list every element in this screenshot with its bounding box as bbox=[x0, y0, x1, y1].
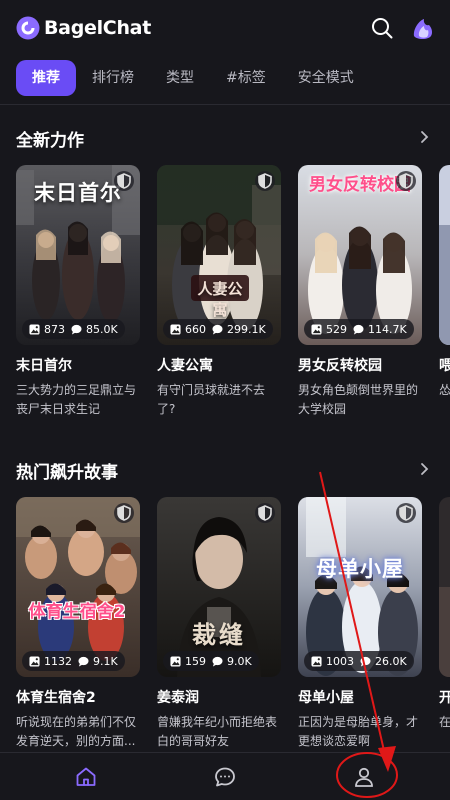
tab-ranking[interactable]: 排行榜 bbox=[76, 60, 150, 96]
story-title: 姜泰润 bbox=[157, 690, 199, 706]
tab-safe-mode[interactable]: 安全模式 bbox=[282, 60, 370, 96]
comment-count: 299.1K bbox=[227, 322, 266, 336]
story-cover[interactable] bbox=[439, 497, 450, 677]
comment-count: 9.0K bbox=[227, 654, 252, 668]
image-icon bbox=[311, 323, 322, 335]
story-title: 男女反转校园 bbox=[298, 358, 382, 374]
image-icon bbox=[29, 323, 40, 335]
story-stats: 1132 9.1K bbox=[22, 651, 125, 671]
comment-icon bbox=[353, 324, 364, 335]
story-title: 母单小屋 bbox=[298, 690, 354, 706]
chevron-right-icon[interactable] bbox=[417, 462, 431, 476]
tab-types[interactable]: 类型 bbox=[150, 60, 210, 96]
tab-recommended[interactable]: 推荐 bbox=[16, 60, 76, 96]
story-title: 体育生宿舍2 bbox=[16, 690, 96, 706]
story-card[interactable]: 开 在白 bbox=[439, 497, 450, 751]
story-card[interactable]: 母单小屋 1003 26.0K 母单小屋 正因为是母胎单身，才更想谈恋爱啊 bbox=[298, 497, 422, 751]
story-card[interactable]: 喂 怂 bbox=[439, 165, 450, 419]
bagelchat-logo-icon bbox=[16, 16, 40, 40]
story-stats: 529 114.7K bbox=[304, 319, 414, 339]
app-header: BagelChat bbox=[0, 0, 450, 56]
story-cover[interactable]: 男女反转校园 529 114.7K bbox=[298, 165, 422, 345]
comment-icon bbox=[71, 324, 82, 335]
cover-image bbox=[157, 497, 281, 677]
image-icon bbox=[311, 655, 322, 667]
bottom-nav bbox=[0, 752, 450, 800]
story-cover[interactable]: 人妻公寓 660 299.1K bbox=[157, 165, 281, 345]
section-title-trending: 热门飙升故事 bbox=[16, 463, 118, 483]
story-stats: 873 85.0K bbox=[22, 319, 125, 339]
section-title-new: 全新力作 bbox=[16, 131, 84, 151]
cover-image bbox=[16, 497, 140, 677]
tabs-divider bbox=[0, 104, 450, 105]
image-icon bbox=[170, 655, 181, 667]
story-card[interactable]: 男女反转校园 529 114.7K 男女反转校园 男女角色颠倒世界里的大学校园 bbox=[298, 165, 422, 419]
image-count: 529 bbox=[326, 322, 347, 336]
story-title: 开 bbox=[439, 690, 450, 706]
story-title: 喂 bbox=[439, 358, 450, 374]
cover-image bbox=[439, 165, 450, 345]
image-count: 873 bbox=[44, 322, 65, 336]
story-description: 在白 bbox=[439, 715, 450, 729]
image-count: 660 bbox=[185, 322, 206, 336]
image-count: 159 bbox=[185, 654, 206, 668]
comment-icon bbox=[360, 656, 371, 667]
cover-title-text: 母单小屋 bbox=[316, 557, 404, 581]
story-description: 曾嫌我年纪小而拒绝表白的哥哥好友 bbox=[157, 715, 278, 748]
story-card[interactable]: 末日首尔 873 85.0K 末日首尔 三大势力的三足鼎立与丧尸末日求生记 bbox=[16, 165, 140, 419]
comment-icon bbox=[212, 656, 223, 667]
image-count: 1003 bbox=[326, 654, 354, 668]
story-description: 三大势力的三足鼎立与丧尸末日求生记 bbox=[16, 383, 137, 416]
cover-title-text: 体育生宿舍2 bbox=[28, 602, 126, 622]
image-count: 1132 bbox=[44, 654, 72, 668]
safety-shield-icon bbox=[396, 171, 416, 191]
story-cover[interactable]: 母单小屋 1003 26.0K bbox=[298, 497, 422, 677]
story-description: 男女角色颠倒世界里的大学校园 bbox=[298, 383, 419, 416]
image-icon bbox=[170, 323, 181, 335]
comment-icon bbox=[78, 656, 89, 667]
story-cover[interactable]: 体育生宿舍2 1132 9.1K bbox=[16, 497, 140, 677]
card-row-trending: 体育生宿舍2 1132 9.1K 体育生宿舍2 听说现在的弟弟们不仅发育逆天，别… bbox=[16, 497, 450, 757]
app-title: BagelChat bbox=[44, 17, 151, 39]
story-description: 怂 bbox=[439, 383, 450, 397]
cover-title-text: 裁缝 bbox=[192, 620, 246, 649]
comment-count: 85.0K bbox=[86, 322, 118, 336]
story-description: 正因为是母胎单身，才更想谈恋爱啊 bbox=[298, 715, 419, 748]
category-tabs: 推荐 排行榜 类型 #标签 安全模式 bbox=[16, 60, 450, 96]
safety-shield-icon bbox=[114, 503, 134, 523]
story-cover[interactable]: 末日首尔 873 85.0K bbox=[16, 165, 140, 345]
story-stats: 159 9.0K bbox=[163, 651, 259, 671]
brand-avatar-icon[interactable] bbox=[410, 16, 436, 42]
story-title: 人妻公寓 bbox=[157, 358, 213, 374]
cover-image bbox=[298, 497, 422, 677]
safety-shield-icon bbox=[114, 171, 134, 191]
story-card[interactable]: 体育生宿舍2 1132 9.1K 体育生宿舍2 听说现在的弟弟们不仅发育逆天，别… bbox=[16, 497, 140, 751]
story-card[interactable]: 裁缝 159 9.0K 姜泰润 曾嫌我年纪小而拒绝表白的哥哥好友 bbox=[157, 497, 281, 751]
tab-tags[interactable]: #标签 bbox=[210, 60, 282, 96]
comment-count: 9.1K bbox=[93, 654, 118, 668]
story-stats: 660 299.1K bbox=[163, 319, 273, 339]
cover-image bbox=[439, 497, 450, 677]
story-stats: 1003 26.0K bbox=[304, 651, 414, 671]
safety-shield-icon bbox=[396, 503, 416, 523]
image-icon bbox=[29, 655, 40, 667]
story-title: 末日首尔 bbox=[16, 358, 72, 374]
story-description: 听说现在的弟弟们不仅发育逆天，别的方面... bbox=[16, 715, 137, 748]
story-description: 有守门员球就进不去了? bbox=[157, 383, 266, 416]
story-cover[interactable]: 裁缝 159 9.0K bbox=[157, 497, 281, 677]
home-icon[interactable] bbox=[74, 765, 98, 789]
chat-icon[interactable] bbox=[213, 765, 237, 789]
safety-shield-icon bbox=[255, 503, 275, 523]
profile-icon[interactable] bbox=[352, 765, 376, 789]
card-row-new: 末日首尔 873 85.0K 末日首尔 三大势力的三足鼎立与丧尸末日求生记 人妻… bbox=[16, 165, 450, 425]
story-cover[interactable] bbox=[439, 165, 450, 345]
cover-title-text: 人妻公寓 bbox=[197, 280, 243, 319]
comment-count: 26.0K bbox=[375, 654, 407, 668]
comment-icon bbox=[212, 324, 223, 335]
comment-count: 114.7K bbox=[368, 322, 407, 336]
story-card[interactable]: 人妻公寓 660 299.1K 人妻公寓 有守门员球就进不去了? bbox=[157, 165, 281, 419]
safety-shield-icon bbox=[255, 171, 275, 191]
chevron-right-icon[interactable] bbox=[417, 130, 431, 144]
search-icon[interactable] bbox=[370, 16, 394, 40]
